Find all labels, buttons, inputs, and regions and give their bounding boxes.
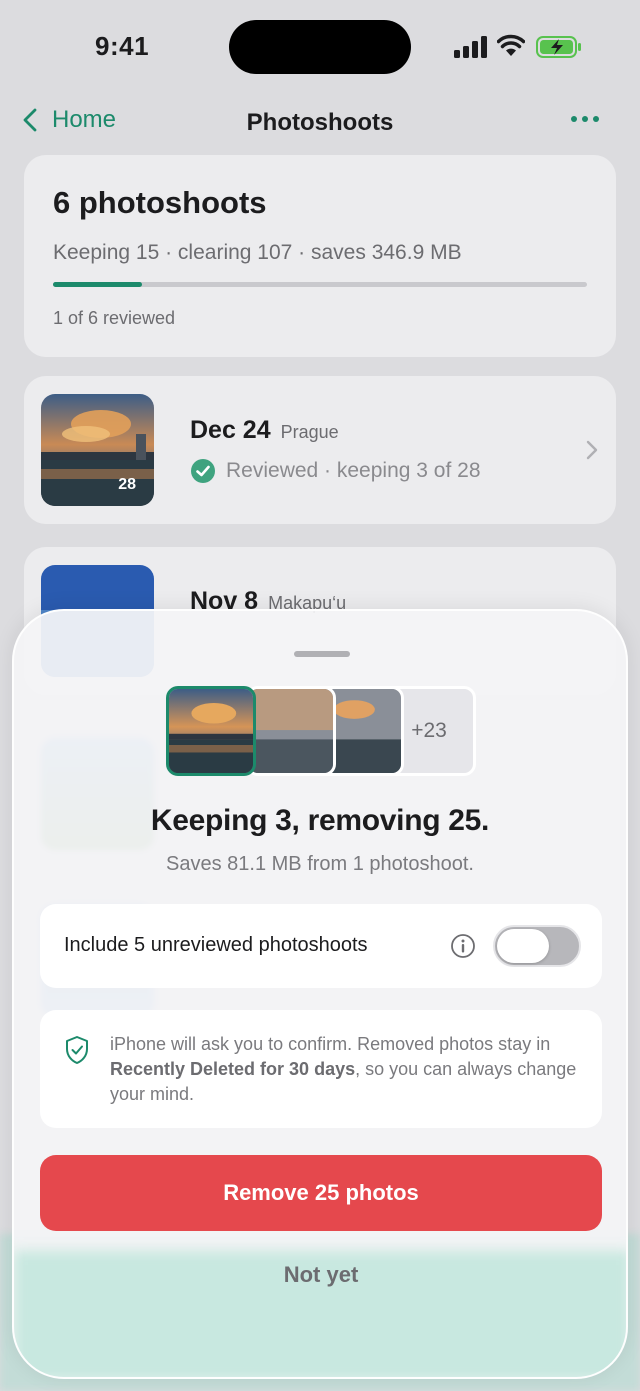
sunset-photo (249, 689, 333, 773)
nav-bar: Home Photoshoots (0, 95, 640, 151)
photoshoot-row[interactable]: 28 Dec 24 Prague Reviewed · keeping 3 of … (24, 376, 616, 524)
toggle-knob (497, 929, 549, 963)
confirm-sheet: +23 Keeping 3, removing 25. Saves 81.1 M… (12, 609, 628, 1379)
include-unreviewed-row: Include 5 unreviewed photoshoots (40, 904, 602, 988)
sheet-subtitle: Saves 81.1 MB from 1 photoshoot. (166, 853, 474, 875)
info-icon[interactable] (450, 933, 476, 959)
shield-check-icon (66, 1036, 88, 1064)
chevron-right-icon (586, 440, 598, 460)
include-unreviewed-toggle[interactable] (493, 925, 581, 967)
status-time: 9:41 (95, 31, 150, 61)
summary-subtitle: Keeping 15 · clearing 107 · saves 346.9 … (53, 241, 462, 264)
photoshoot-place: Prague (280, 422, 339, 442)
include-unreviewed-label: Include 5 unreviewed photoshoots (64, 934, 368, 956)
photoshoot-thumbnail: 28 (41, 394, 154, 506)
check-circle-icon (191, 459, 215, 483)
signal-icon (454, 36, 487, 58)
safety-note-text: iPhone will ask you to confirm. Removed … (110, 1034, 577, 1104)
summary-card: 6 photoshoots Keeping 15 · clearing 107 … (24, 155, 616, 357)
review-progress-bar (53, 282, 587, 287)
photoshoot-status: Reviewed · keeping 3 of 28 (190, 458, 481, 484)
remove-photos-button[interactable]: Remove 25 photos (40, 1155, 602, 1231)
sheet-title: Keeping 3, removing 25. (150, 804, 490, 837)
photo-count-badge: 28 (118, 476, 136, 493)
sheet-grabber[interactable] (294, 651, 350, 657)
reviewed-count: 1 of 6 reviewed (53, 308, 176, 328)
wifi-icon (497, 34, 525, 56)
kept-photo (166, 686, 256, 776)
status-bar: 9:41 (0, 0, 640, 95)
page-title: Photoshoots (246, 109, 394, 136)
photo-stack: +23 (166, 686, 476, 778)
sunset-photo (41, 394, 154, 506)
summary-title: 6 photoshoots (53, 185, 267, 220)
sunset-photo (169, 689, 253, 773)
photoshoot-date: Dec 24 Prague (190, 416, 339, 444)
not-yet-button[interactable]: Not yet (40, 1245, 602, 1305)
safety-note: iPhone will ask you to confirm. Removed … (40, 1010, 602, 1128)
dynamic-island (229, 20, 411, 74)
review-progress-fill (53, 282, 143, 287)
more-icon[interactable] (570, 113, 600, 125)
removed-photo (246, 686, 336, 776)
battery-charging-icon (536, 36, 581, 58)
